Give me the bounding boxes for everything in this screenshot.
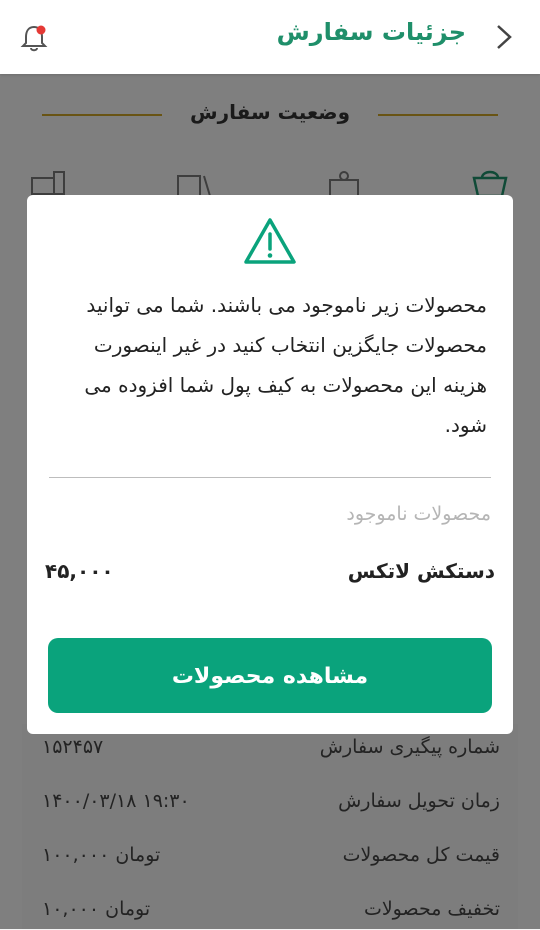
product-price: ۴۵,۰۰۰ [45,559,114,583]
product-name: دستکش لاتکس [347,559,495,583]
dialog-message: محصولات زیر ناموجود می باشند. شما می توا… [84,293,487,437]
warning-icon [244,218,296,264]
view-products-button[interactable]: مشاهده محصولات [48,638,492,713]
bell-icon[interactable] [18,22,50,54]
dialog-divider [49,477,491,478]
unavailable-products-dialog: محصولات زیر ناموجود می باشند. شما می توا… [27,195,513,734]
page-title: جزئیات سفارش [276,18,466,46]
unavailable-products-label: محصولات ناموجود [346,503,491,525]
app-header: جزئیات سفارش [0,0,540,74]
chevron-right-icon[interactable] [490,22,518,52]
